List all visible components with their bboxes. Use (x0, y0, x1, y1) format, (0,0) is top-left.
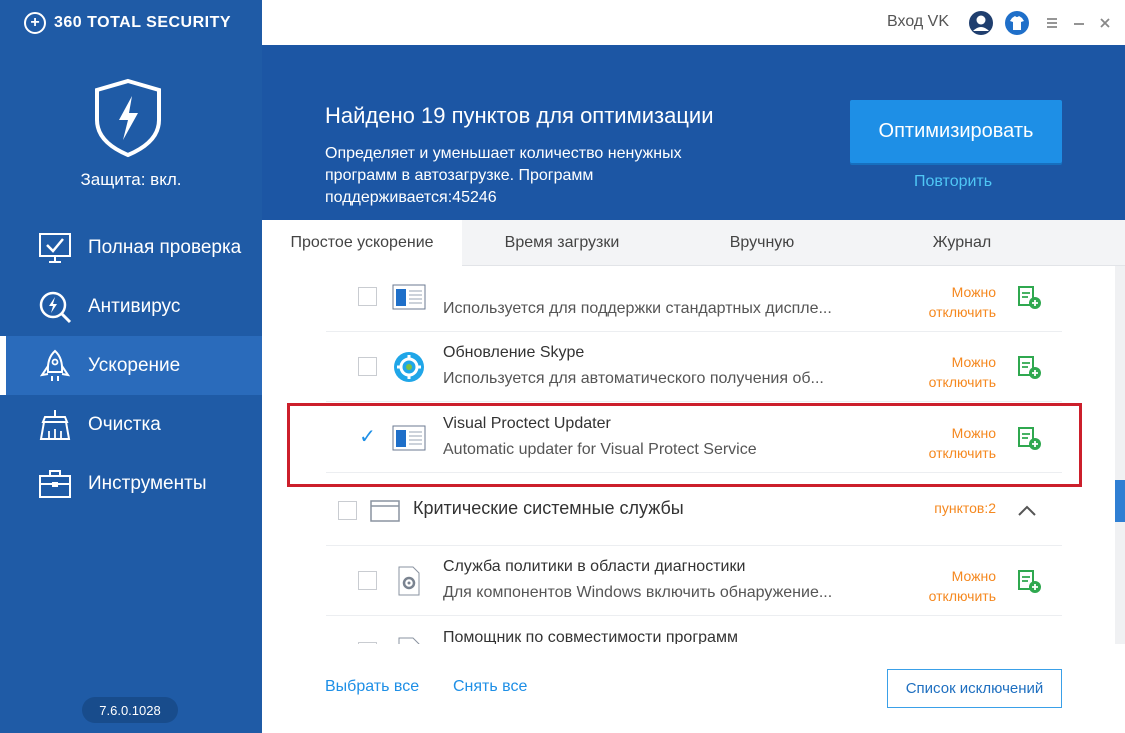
skype-update-icon (392, 352, 426, 382)
protection-status: Защита: вкл. (80, 170, 182, 189)
select-all-link[interactable]: Выбрать все (325, 678, 419, 696)
item-description: Используется для автоматического получен… (443, 370, 824, 387)
item-name: Служба политики в области диагностики (443, 558, 746, 575)
item-name: Visual Proctect Updater (443, 415, 611, 432)
scrollbar-track[interactable] (1115, 266, 1125, 644)
sidebar-item-label: Инструменты (88, 472, 207, 494)
scrollbar-thumb[interactable] (1115, 480, 1125, 522)
sidebar-item-speedup[interactable]: Ускорение (0, 336, 262, 395)
app-name: 360 TOTAL SECURITY (54, 14, 232, 31)
title-bar: Вход VK (262, 0, 1125, 45)
item-description: Automatic updater for Visual Protect Ser… (443, 441, 757, 458)
close-icon[interactable] (1092, 10, 1118, 36)
list-item: Помощник по совместимости программ (326, 617, 1062, 644)
exclusions-list-button[interactable]: Список исключений (887, 669, 1062, 708)
sidebar-item-full-scan[interactable]: Полная проверка (0, 218, 262, 277)
item-status: Можно отключить (928, 354, 996, 390)
document-icon (392, 637, 426, 644)
item-status: Можно отключить (928, 568, 996, 604)
tshirt-icon[interactable] (1004, 10, 1030, 36)
category-count: пунктов:2 (934, 500, 996, 516)
repeat-link[interactable]: Повторить (914, 173, 992, 191)
category-header: Критические системные службы пунктов:2 (326, 476, 1062, 546)
monitor-check-icon (36, 229, 74, 267)
item-checkbox-checked[interactable]: ✓ (358, 427, 377, 447)
rocket-icon (36, 347, 74, 385)
sidebar-item-antivirus[interactable]: Антивирус (0, 277, 262, 336)
bolt-search-icon (36, 288, 74, 326)
page-title: Найдено 19 пунктов для оптимизации (325, 103, 714, 128)
gear-document-icon (392, 566, 426, 596)
item-status: Можно отключить (928, 284, 996, 320)
sidebar: + 360 TOTAL SECURITY Защита: вкл. Полная… (0, 0, 262, 733)
sidebar-nav: Полная проверка Антивирус Ускорение Очис… (0, 218, 262, 513)
shield-icon (95, 78, 161, 158)
list-item: Используется для поддержки стандартных д… (326, 266, 1062, 332)
add-to-exclusions-icon[interactable] (1016, 568, 1042, 594)
brand: + 360 TOTAL SECURITY (24, 10, 231, 36)
item-checkbox[interactable] (358, 357, 377, 376)
plus-circle-icon: + (24, 12, 46, 34)
window-frame-icon (370, 500, 400, 522)
category-checkbox[interactable] (338, 501, 357, 520)
toolbox-icon (36, 465, 74, 503)
category-name: Критические системные службы (413, 498, 684, 518)
header-description: Определяет и уменьшает количество ненужн… (325, 145, 682, 206)
item-name: Обновление Skype (443, 344, 585, 361)
result-header: Найдено 19 пунктов для оптимизации Опред… (262, 45, 1125, 220)
add-to-exclusions-icon[interactable] (1016, 284, 1042, 310)
add-to-exclusions-icon[interactable] (1016, 425, 1042, 451)
tab-manual[interactable]: Вручную (662, 220, 862, 266)
startup-items-list: Используется для поддержки стандартных д… (262, 266, 1115, 644)
version-badge: 7.6.0.1028 (82, 697, 178, 723)
item-description: Используется для поддержки стандартных д… (443, 300, 832, 317)
tab-bar: Простое ускорение Время загрузки Вручную… (262, 220, 1125, 266)
sidebar-item-label: Антивирус (88, 295, 181, 317)
tab-boot-time[interactable]: Время загрузки (462, 220, 662, 266)
vk-login-link[interactable]: Вход VK (887, 13, 949, 31)
user-icon[interactable] (968, 10, 994, 36)
list-item: Служба политики в области диагностики Дл… (326, 546, 1062, 616)
tab-log[interactable]: Журнал (862, 220, 1062, 266)
sidebar-item-label: Полная проверка (88, 236, 242, 258)
chevron-up-icon[interactable] (1014, 498, 1040, 524)
sidebar-item-tools[interactable]: Инструменты (0, 454, 262, 513)
menu-icon[interactable] (1039, 10, 1065, 36)
list-item: Обновление Skype Используется для автома… (326, 332, 1062, 402)
sidebar-item-label: Ускорение (88, 354, 181, 376)
window-icon (392, 423, 426, 453)
item-checkbox[interactable] (358, 571, 377, 590)
tab-simple-speedup[interactable]: Простое ускорение (262, 220, 462, 266)
add-to-exclusions-icon[interactable] (1016, 354, 1042, 380)
item-status: Можно отключить (928, 425, 996, 461)
list-item: ✓ Visual Proctect Updater Automatic upda… (326, 403, 1062, 473)
item-checkbox[interactable] (358, 287, 377, 306)
minimize-icon[interactable] (1066, 10, 1092, 36)
broom-icon (36, 406, 74, 444)
optimize-button[interactable]: Оптимизировать (850, 100, 1062, 163)
bottom-bar: Выбрать все Снять все Список исключений (262, 644, 1125, 733)
deselect-all-link[interactable]: Снять все (453, 678, 527, 696)
sidebar-item-label: Очистка (88, 413, 161, 435)
window-icon (392, 282, 426, 312)
item-description: Для компонентов Windows включить обнаруж… (443, 584, 833, 601)
item-name: Помощник по совместимости программ (443, 629, 738, 644)
sidebar-item-cleanup[interactable]: Очистка (0, 395, 262, 454)
